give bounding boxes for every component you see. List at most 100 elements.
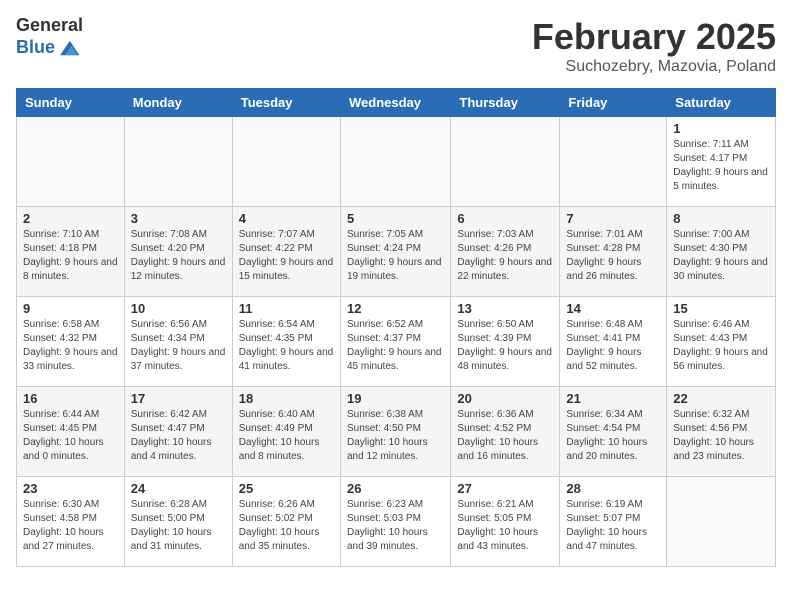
calendar-week-row: 16 Sunrise: 6:44 AM Sunset: 4:45 PM Dayli… [17, 387, 776, 477]
calendar-day-cell: 16 Sunrise: 6:44 AM Sunset: 4:45 PM Dayli… [17, 387, 125, 477]
day-number: 3 [131, 211, 226, 226]
calendar-day-cell: 14 Sunrise: 6:48 AM Sunset: 4:41 PM Dayli… [560, 297, 667, 387]
day-info: Sunrise: 6:52 AM Sunset: 4:37 PM Dayligh… [347, 318, 444, 374]
day-info: Sunrise: 6:40 AM Sunset: 4:49 PM Dayligh… [239, 408, 334, 464]
day-number: 23 [23, 481, 118, 496]
calendar-day-cell [17, 117, 125, 207]
day-number: 11 [239, 301, 334, 316]
day-number: 27 [457, 481, 553, 496]
calendar-day-cell: 13 Sunrise: 6:50 AM Sunset: 4:39 PM Dayli… [451, 297, 560, 387]
day-number: 8 [673, 211, 769, 226]
day-number: 4 [239, 211, 334, 226]
day-number: 12 [347, 301, 444, 316]
day-number: 20 [457, 391, 553, 406]
calendar-header-row: SundayMondayTuesdayWednesdayThursdayFrid… [17, 89, 776, 117]
day-info: Sunrise: 6:28 AM Sunset: 5:00 PM Dayligh… [131, 498, 226, 554]
day-number: 24 [131, 481, 226, 496]
calendar-day-cell [124, 117, 232, 207]
calendar-day-cell: 10Sunrise: 6:56 AM Sunset: 4:34 PM Dayli… [124, 297, 232, 387]
calendar-day-cell: 18 Sunrise: 6:40 AM Sunset: 4:49 PM Dayli… [232, 387, 340, 477]
calendar-day-cell [340, 117, 450, 207]
day-info: Sunrise: 6:42 AM Sunset: 4:47 PM Dayligh… [131, 408, 226, 464]
day-info: Sunrise: 6:23 AM Sunset: 5:03 PM Dayligh… [347, 498, 444, 554]
day-info: Sunrise: 7:05 AM Sunset: 4:24 PM Dayligh… [347, 228, 444, 284]
weekday-header-sunday: Sunday [17, 89, 125, 117]
day-info: Sunrise: 6:30 AM Sunset: 4:58 PM Dayligh… [23, 498, 118, 554]
day-info: Sunrise: 6:54 AM Sunset: 4:35 PM Dayligh… [239, 318, 334, 374]
day-info: Sunrise: 6:38 AM Sunset: 4:50 PM Dayligh… [347, 408, 444, 464]
day-info: Sunrise: 6:48 AM Sunset: 4:41 PM Dayligh… [566, 318, 660, 374]
calendar-day-cell: 3 Sunrise: 7:08 AM Sunset: 4:20 PM Daylig… [124, 207, 232, 297]
day-number: 10 [131, 301, 226, 316]
day-info: Sunrise: 7:07 AM Sunset: 4:22 PM Dayligh… [239, 228, 334, 284]
weekday-header-friday: Friday [560, 89, 667, 117]
day-number: 26 [347, 481, 444, 496]
calendar-week-row: 2Sunrise: 7:10 AM Sunset: 4:18 PM Daylig… [17, 207, 776, 297]
calendar-day-cell: 8 Sunrise: 7:00 AM Sunset: 4:30 PM Daylig… [667, 207, 776, 297]
calendar-day-cell: 22 Sunrise: 6:32 AM Sunset: 4:56 PM Dayli… [667, 387, 776, 477]
calendar-day-cell: 25Sunrise: 6:26 AM Sunset: 5:02 PM Dayli… [232, 477, 340, 567]
weekday-header-wednesday: Wednesday [340, 89, 450, 117]
day-info: Sunrise: 6:58 AM Sunset: 4:32 PM Dayligh… [23, 318, 118, 374]
day-info: Sunrise: 6:44 AM Sunset: 4:45 PM Dayligh… [23, 408, 118, 464]
calendar-day-cell: 24 Sunrise: 6:28 AM Sunset: 5:00 PM Dayli… [124, 477, 232, 567]
calendar-day-cell: 12 Sunrise: 6:52 AM Sunset: 4:37 PM Dayli… [340, 297, 450, 387]
calendar-day-cell [451, 117, 560, 207]
calendar-day-cell: 11 Sunrise: 6:54 AM Sunset: 4:35 PM Dayli… [232, 297, 340, 387]
calendar-day-cell: 2Sunrise: 7:10 AM Sunset: 4:18 PM Daylig… [17, 207, 125, 297]
calendar-day-cell: 6Sunrise: 7:03 AM Sunset: 4:26 PM Daylig… [451, 207, 560, 297]
day-info: Sunrise: 7:08 AM Sunset: 4:20 PM Dayligh… [131, 228, 226, 284]
calendar-day-cell: 21 Sunrise: 6:34 AM Sunset: 4:54 PM Dayli… [560, 387, 667, 477]
page-header: General Blue February 2025 Suchozebry, M… [16, 16, 776, 76]
day-number: 22 [673, 391, 769, 406]
calendar-day-cell: 23 Sunrise: 6:30 AM Sunset: 4:58 PM Dayli… [17, 477, 125, 567]
calendar-day-cell: 9Sunrise: 6:58 AM Sunset: 4:32 PM Daylig… [17, 297, 125, 387]
day-number: 18 [239, 391, 334, 406]
day-info: Sunrise: 6:34 AM Sunset: 4:54 PM Dayligh… [566, 408, 660, 464]
calendar-day-cell: 1 Sunrise: 7:11 AM Sunset: 4:17 PM Daylig… [667, 117, 776, 207]
day-number: 28 [566, 481, 660, 496]
calendar-day-cell: 15 Sunrise: 6:46 AM Sunset: 4:43 PM Dayli… [667, 297, 776, 387]
logo: General Blue [16, 16, 83, 60]
day-number: 16 [23, 391, 118, 406]
title-block: February 2025 Suchozebry, Mazovia, Polan… [532, 16, 776, 76]
calendar-day-cell: 28 Sunrise: 6:19 AM Sunset: 5:07 PM Dayli… [560, 477, 667, 567]
weekday-header-saturday: Saturday [667, 89, 776, 117]
calendar-day-cell [560, 117, 667, 207]
day-info: Sunrise: 6:50 AM Sunset: 4:39 PM Dayligh… [457, 318, 553, 374]
day-number: 1 [673, 121, 769, 136]
calendar-day-cell [667, 477, 776, 567]
day-number: 14 [566, 301, 660, 316]
day-number: 25 [239, 481, 334, 496]
calendar-week-row: 9Sunrise: 6:58 AM Sunset: 4:32 PM Daylig… [17, 297, 776, 387]
day-info: Sunrise: 7:01 AM Sunset: 4:28 PM Dayligh… [566, 228, 660, 284]
weekday-header-thursday: Thursday [451, 89, 560, 117]
calendar-day-cell: 17 Sunrise: 6:42 AM Sunset: 4:47 PM Dayli… [124, 387, 232, 477]
calendar-day-cell: 26 Sunrise: 6:23 AM Sunset: 5:03 PM Dayli… [340, 477, 450, 567]
weekday-header-tuesday: Tuesday [232, 89, 340, 117]
day-info: Sunrise: 6:36 AM Sunset: 4:52 PM Dayligh… [457, 408, 553, 464]
logo-general-text: General [16, 16, 83, 36]
day-number: 5 [347, 211, 444, 226]
day-number: 13 [457, 301, 553, 316]
weekday-header-monday: Monday [124, 89, 232, 117]
day-number: 17 [131, 391, 226, 406]
calendar-week-row: 23 Sunrise: 6:30 AM Sunset: 4:58 PM Dayli… [17, 477, 776, 567]
day-number: 19 [347, 391, 444, 406]
day-number: 21 [566, 391, 660, 406]
day-number: 6 [457, 211, 553, 226]
calendar-day-cell: 20 Sunrise: 6:36 AM Sunset: 4:52 PM Dayli… [451, 387, 560, 477]
day-info: Sunrise: 6:32 AM Sunset: 4:56 PM Dayligh… [673, 408, 769, 464]
calendar-day-cell: 7 Sunrise: 7:01 AM Sunset: 4:28 PM Daylig… [560, 207, 667, 297]
calendar-table: SundayMondayTuesdayWednesdayThursdayFrid… [16, 88, 776, 567]
calendar-day-cell: 27 Sunrise: 6:21 AM Sunset: 5:05 PM Dayli… [451, 477, 560, 567]
day-info: Sunrise: 6:19 AM Sunset: 5:07 PM Dayligh… [566, 498, 660, 554]
day-number: 7 [566, 211, 660, 226]
day-info: Sunrise: 6:21 AM Sunset: 5:05 PM Dayligh… [457, 498, 553, 554]
day-info: Sunrise: 7:00 AM Sunset: 4:30 PM Dayligh… [673, 228, 769, 284]
calendar-week-row: 1 Sunrise: 7:11 AM Sunset: 4:17 PM Daylig… [17, 117, 776, 207]
day-number: 15 [673, 301, 769, 316]
day-info: Sunrise: 6:46 AM Sunset: 4:43 PM Dayligh… [673, 318, 769, 374]
day-info: Sunrise: 7:11 AM Sunset: 4:17 PM Dayligh… [673, 138, 769, 194]
calendar-day-cell [232, 117, 340, 207]
